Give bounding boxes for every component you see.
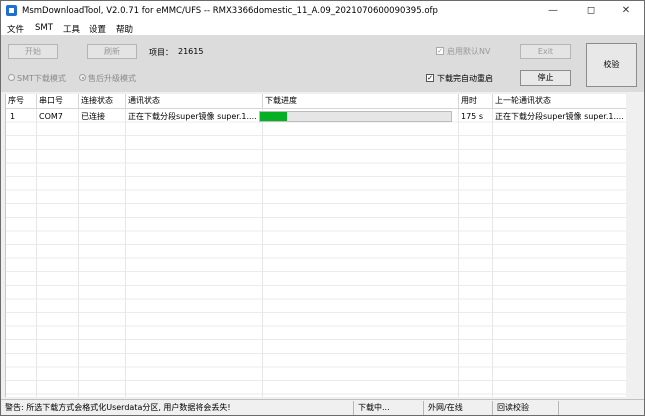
toolbar-area: 开始 刷新 项目： 21615 SMT下载模式 售后升级模式 ✓ 启用默认NV … <box>1 36 644 92</box>
cell-port: COM7 <box>39 112 63 121</box>
download-progress-bar <box>259 111 452 122</box>
status-separator <box>492 401 493 415</box>
status-warning: 警告: 所选下载方式会格式化Userdata分区, 用户数据将会丢失! <box>5 403 231 412</box>
stop-button[interactable]: 停止 <box>520 70 571 86</box>
minimize-icon: — <box>548 5 558 16</box>
col-divider <box>78 109 79 397</box>
col-header-port[interactable]: 串口号 <box>37 94 79 108</box>
menu-bar: 文件 SMT 工具 设置 帮助 <box>1 21 644 36</box>
col-header-comm-status[interactable]: 通讯状态 <box>126 94 263 108</box>
table-body <box>6 109 626 397</box>
col-divider <box>458 109 459 397</box>
status-network: 外网/在线 <box>428 403 463 412</box>
col-divider <box>36 109 37 397</box>
enable-default-nv-label: 启用默认NV <box>447 47 491 56</box>
maximize-icon: ◻ <box>586 5 596 16</box>
status-separator <box>353 401 354 415</box>
after-sale-mode-label: 售后升级模式 <box>88 74 136 83</box>
cell-elapsed: 175 s <box>461 112 483 121</box>
app-window: MsmDownloadTool, V2.0.71 for eMMC/UFS --… <box>0 0 645 416</box>
table-header: 序号 串口号 连接状态 通讯状态 下载进度 用时 上一轮通讯状态 <box>6 94 626 109</box>
close-icon: ✕ <box>621 5 631 16</box>
col-header-connection[interactable]: 连接状态 <box>79 94 126 108</box>
refresh-button[interactable]: 刷新 <box>87 44 137 59</box>
col-divider <box>262 109 263 397</box>
menu-smt[interactable]: SMT <box>35 23 53 33</box>
minimize-button[interactable]: — <box>535 1 571 21</box>
menu-settings[interactable]: 设置 <box>89 23 106 35</box>
after-sale-mode-radio[interactable] <box>79 74 86 81</box>
col-header-last-status[interactable]: 上一轮通讯状态 <box>493 94 626 108</box>
smt-mode-radio[interactable] <box>8 74 15 81</box>
smt-mode-label: SMT下载模式 <box>17 74 66 83</box>
status-separator <box>558 401 559 415</box>
menu-help[interactable]: 帮助 <box>116 23 133 35</box>
col-header-elapsed[interactable]: 用时 <box>459 94 493 108</box>
enable-default-nv-checkbox[interactable]: ✓ <box>436 47 444 55</box>
cell-comm-status: 正在下载分段super镜像 super.1.... <box>128 112 257 121</box>
col-header-progress[interactable]: 下载进度 <box>263 94 459 108</box>
auto-reboot-checkbox[interactable]: ✓ <box>426 74 434 82</box>
window-title: MsmDownloadTool, V2.0.71 for eMMC/UFS --… <box>22 6 438 16</box>
download-progress-fill <box>260 112 287 121</box>
col-divider <box>492 109 493 397</box>
menu-tools[interactable]: 工具 <box>63 23 80 35</box>
status-verify: 回读校验 <box>497 403 529 412</box>
status-separator <box>423 401 424 415</box>
device-table: 序号 串口号 连接状态 通讯状态 下载进度 用时 上一轮通讯状态 1 COM7 … <box>5 94 626 397</box>
col-divider <box>125 109 126 397</box>
verify-button[interactable]: 校验 <box>586 43 637 87</box>
cell-connection: 已连接 <box>81 112 105 121</box>
cell-last-status: 正在下载分段super镜像 super.1.... <box>495 112 624 121</box>
title-bar: MsmDownloadTool, V2.0.71 for eMMC/UFS --… <box>1 1 644 21</box>
vertical-scrollbar[interactable] <box>626 94 641 397</box>
col-header-index[interactable]: 序号 <box>6 94 37 108</box>
auto-reboot-label: 下载完自动重启 <box>437 74 493 83</box>
exit-button[interactable]: Exit <box>520 44 571 59</box>
status-download-state: 下载中... <box>358 403 390 412</box>
close-button[interactable]: ✕ <box>608 1 644 21</box>
project-value: 21615 <box>178 47 204 56</box>
cell-index: 1 <box>10 112 16 121</box>
status-bar: 警告: 所选下载方式会格式化Userdata分区, 用户数据将会丢失! 下载中.… <box>1 399 644 415</box>
menu-file[interactable]: 文件 <box>7 23 24 35</box>
maximize-button[interactable]: ◻ <box>573 1 609 21</box>
start-button[interactable]: 开始 <box>8 44 58 59</box>
project-label: 项目： <box>149 48 173 57</box>
app-icon <box>6 5 17 16</box>
